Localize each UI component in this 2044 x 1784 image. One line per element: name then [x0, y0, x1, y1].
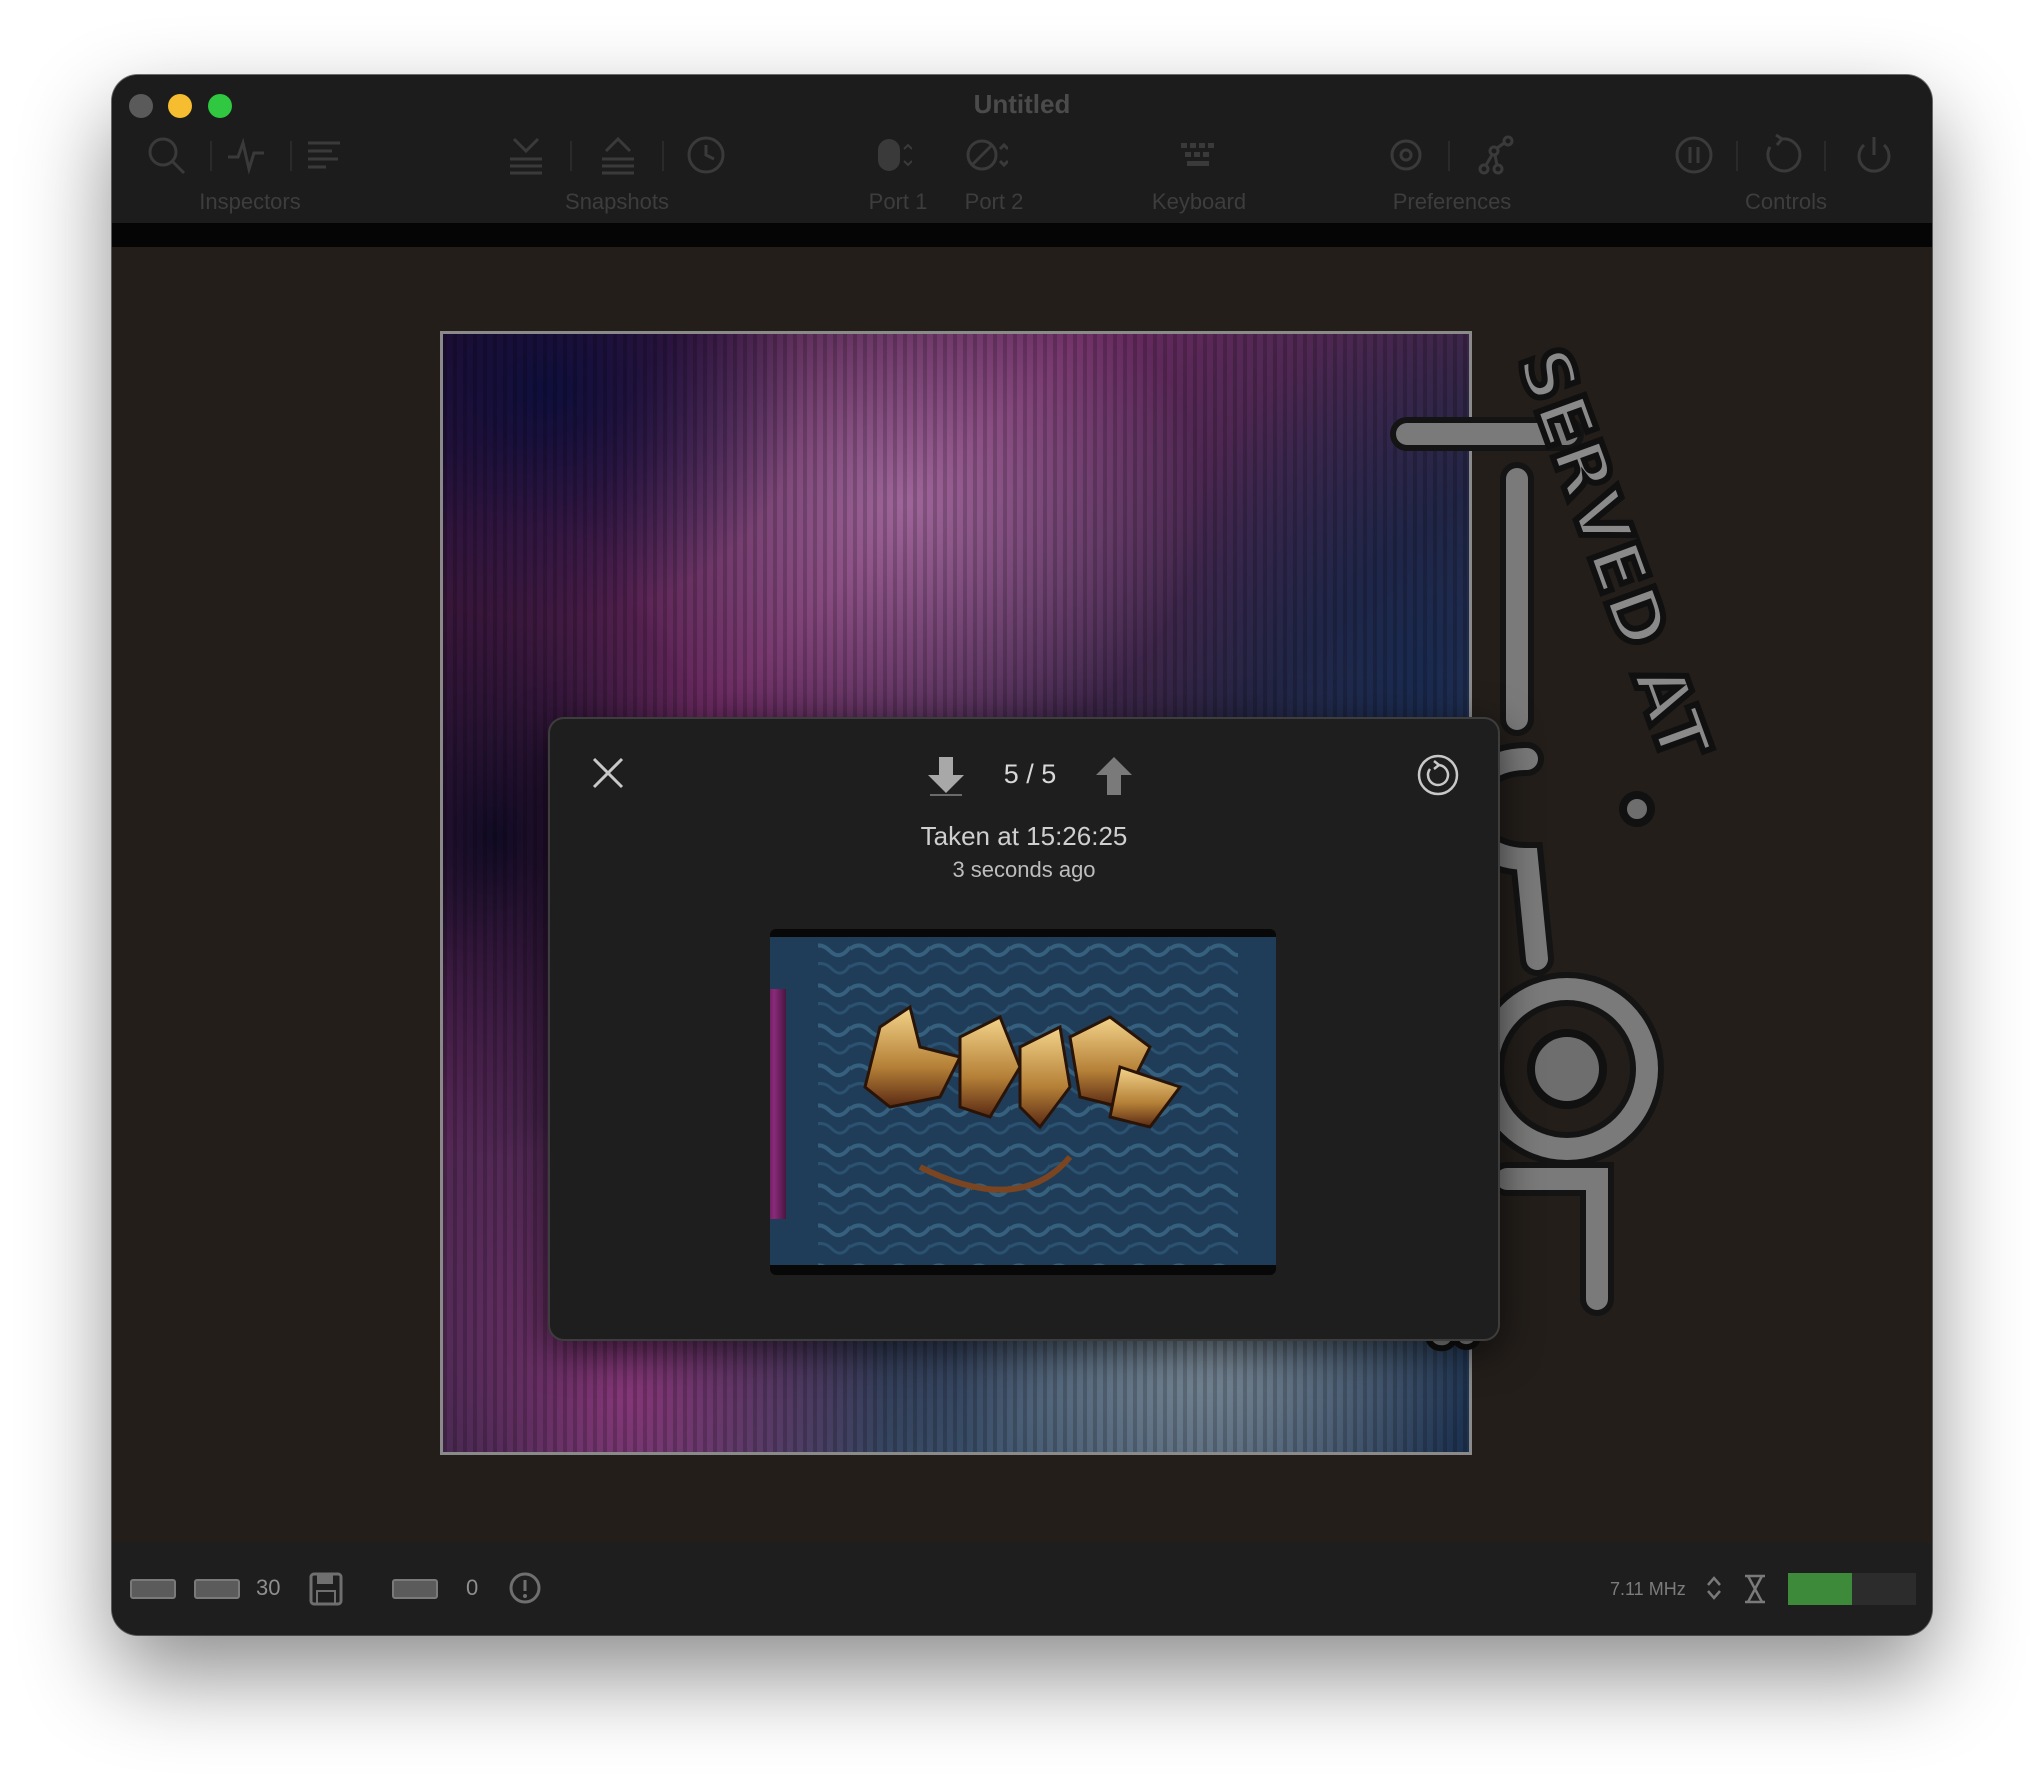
- emulator-window: Untitled Inspectors Snapshots Port 1 Por…: [112, 75, 1932, 1635]
- mouse-icon[interactable]: [868, 133, 913, 177]
- console-icon[interactable]: [302, 133, 346, 177]
- drive9-led-icon[interactable]: [194, 1579, 240, 1599]
- thumbnail-image: [770, 937, 1276, 1265]
- gear-icon[interactable]: [1384, 133, 1428, 177]
- toolbar-separator: [210, 141, 212, 171]
- toolbar-separator: [1448, 141, 1450, 171]
- search-icon[interactable]: [144, 133, 188, 177]
- warning-icon[interactable]: [508, 1571, 542, 1605]
- toolbar-label-preferences: Preferences: [1392, 189, 1512, 214]
- tape-counter: 0: [466, 1575, 479, 1600]
- floppy-disk-icon[interactable]: [308, 1571, 344, 1607]
- snapshot-browse-icon[interactable]: [684, 133, 728, 177]
- status-bar: 30 0 7.11 MHz: [112, 1543, 1932, 1635]
- activity-icon[interactable]: [224, 133, 268, 177]
- toolbar-separator: [1736, 141, 1738, 171]
- clock-frequency: 7.11 MHz: [1610, 1579, 1686, 1599]
- hourglass-icon[interactable]: [1742, 1573, 1768, 1605]
- svg-text:SERVED AT: SERVED AT: [1501, 339, 1726, 772]
- toolbar-label-controls: Controls: [1745, 189, 1827, 214]
- chevron-updown-icon[interactable]: [1704, 1573, 1724, 1603]
- window-title: Untitled: [973, 89, 1071, 119]
- titlebar: Untitled Inspectors Snapshots Port 1 Por…: [112, 75, 1932, 223]
- snapshot-browser-panel: 5 / 5 Taken at 15:26:25 3 seconds ago: [548, 717, 1500, 1341]
- arrow-down-icon[interactable]: [924, 753, 968, 797]
- toolbar-label-inspectors: Inspectors: [199, 189, 301, 214]
- pause-icon[interactable]: [1672, 133, 1716, 177]
- toolbar-separator: [662, 141, 664, 171]
- speed-gauge-track: [1852, 1573, 1916, 1605]
- drive8-led-icon[interactable]: [130, 1579, 176, 1599]
- restore-icon[interactable]: [1416, 753, 1460, 797]
- toolbar-label-snapshots: Snapshots: [565, 189, 669, 214]
- power-icon[interactable]: [1852, 133, 1896, 177]
- hierarchy-icon[interactable]: [1474, 133, 1518, 177]
- toolbar-separator: [570, 141, 572, 171]
- toolbar-label-port2: Port 2: [964, 189, 1024, 214]
- toolbar-label-port1: Port 1: [868, 189, 928, 214]
- port2-none-icon[interactable]: [964, 133, 1010, 177]
- arrow-up-icon[interactable]: [1092, 753, 1136, 797]
- snapshot-taken-time: Taken at 15:26:25: [920, 821, 1128, 851]
- toolbar-separator: [1824, 141, 1826, 171]
- thumbnail-border-artifact: [770, 989, 786, 1219]
- snapshot-thumbnail[interactable]: [770, 929, 1276, 1275]
- datasette-icon[interactable]: [392, 1579, 438, 1599]
- snapshot-counter: 5 / 5: [1003, 759, 1057, 789]
- emulator-screen-area[interactable]: SERVED AT 2013 5 / 5 Taken at 15:26:25 3…: [112, 247, 1932, 1543]
- drive-track-counter: 30: [256, 1575, 281, 1600]
- speed-gauge-fill: [1788, 1573, 1852, 1605]
- snapshot-restore-icon[interactable]: [596, 133, 640, 177]
- reset-icon[interactable]: [1760, 133, 1804, 177]
- close-icon[interactable]: [590, 755, 626, 791]
- snapshot-relative-time: 3 seconds ago: [952, 857, 1096, 882]
- keyboard-icon[interactable]: [1177, 133, 1221, 177]
- border-top: [112, 223, 1932, 247]
- toolbar-separator: [290, 141, 292, 171]
- toolbar-label-keyboard: Keyboard: [1151, 189, 1247, 214]
- snapshot-take-icon[interactable]: [504, 133, 548, 177]
